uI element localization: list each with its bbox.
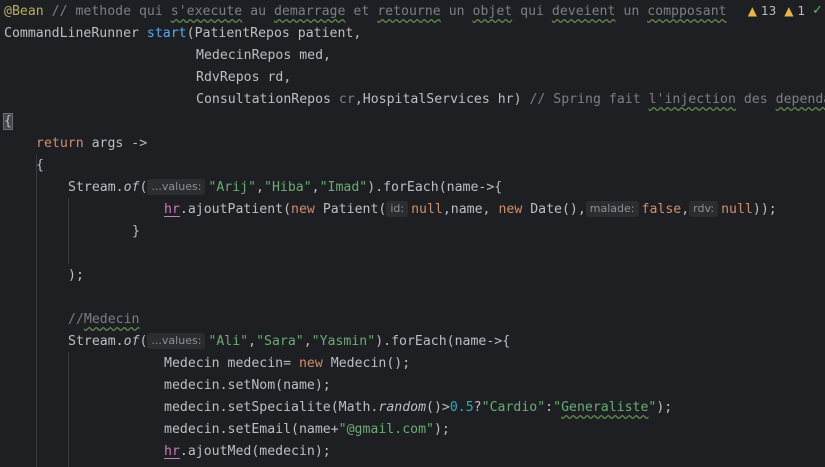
matched-brace: { — [3, 113, 13, 130]
param-hint: id: — [386, 201, 409, 217]
code-line-11: } — [132, 224, 140, 239]
code-line-16: Stream.of(...values: "Ali","Sara","Yasmin… — [68, 333, 511, 349]
code-line-19: medecin.setSpecialite(Math.random()>0.5?… — [164, 400, 673, 415]
code-line-15: //Medecin — [68, 312, 140, 327]
code-line-18: medecin.setNom(name); — [164, 378, 331, 393]
code-line-5: ConsultationRepos cr,HospitalServices hr… — [196, 92, 825, 107]
code-line-21: hr.ajoutMed(medecin); — [164, 444, 331, 459]
code-line-10: hr.ajoutPatient(new Patient(id: null,name… — [164, 201, 777, 217]
code-line-9: Stream.of(...values: "Arij","Hiba","Imad"… — [68, 179, 503, 195]
code-line-1: @Bean // methode qui s'execute au demarr… — [4, 4, 727, 19]
code-line-4: RdvRepos rd, — [196, 70, 292, 85]
inspections-widget[interactable]: ▲ 13 ▲ 1 ✓ — [741, 0, 825, 22]
indent-guide — [68, 352, 69, 467]
param-hint: malade: — [585, 201, 639, 217]
code-line-6: { — [3, 111, 13, 133]
weak-warning-count: 1 — [797, 4, 806, 18]
code-line-8: { — [36, 158, 44, 173]
code-line-17: Medecin medecin= new Medecin(); — [164, 356, 411, 371]
code-editor[interactable]: @Bean // methode qui s'execute au demarr… — [0, 0, 825, 467]
checkmark-icon: ✓ — [812, 3, 823, 18]
code-line-7: return args -> — [36, 136, 148, 151]
param-hint: ...values: — [147, 179, 206, 195]
indent-guide — [36, 154, 37, 467]
code-line-13: ); — [68, 268, 84, 283]
param-hint: rdv: — [689, 201, 719, 217]
warning-icon: ▲ — [747, 4, 757, 18]
code-line-20: medecin.setEmail(name+"@gmail.com"); — [164, 422, 450, 437]
weak-warning-icon: ▲ — [784, 4, 794, 18]
indent-guide — [68, 198, 69, 264]
warning-count: 13 — [760, 4, 777, 18]
code-line-2: CommandLineRunner start(PatientRepos pat… — [4, 26, 362, 41]
code-line-3: MedecinRepos med, — [196, 48, 331, 63]
param-hint: ...values: — [147, 333, 206, 349]
